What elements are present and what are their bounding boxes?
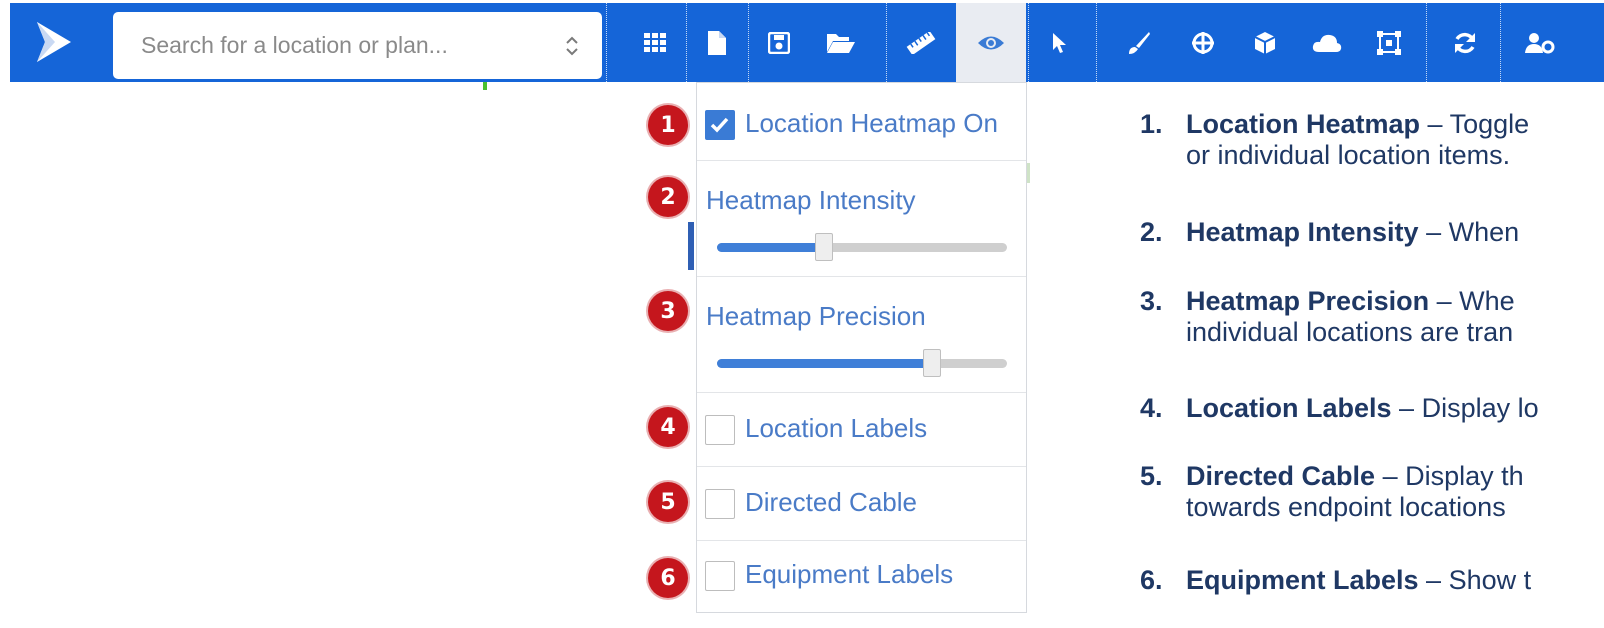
note-item-4: 4. Location Labels – Display lo — [1140, 393, 1539, 424]
eye-icon — [978, 36, 1004, 49]
note-text: – When — [1418, 217, 1520, 247]
note-item-2: 2. Heatmap Intensity – When — [1140, 217, 1519, 248]
view-options-dropdown: Location Heatmap On Heatmap Intensity He… — [696, 82, 1027, 613]
note-item-3: 3. Heatmap Precision – Whe individual loc… — [1140, 286, 1515, 348]
new-document-button[interactable] — [686, 3, 748, 82]
note-title: Directed Cable — [1186, 461, 1376, 491]
heatmap-intensity-row: Heatmap Intensity — [697, 161, 1026, 277]
heatmap-checkbox[interactable] — [705, 110, 735, 140]
pointer-icon — [1053, 32, 1066, 53]
select-spinner-icon[interactable] — [564, 32, 580, 60]
directed-cable-label: Directed Cable — [745, 487, 917, 517]
note-title: Heatmap Precision — [1186, 286, 1430, 316]
view-options-button[interactable] — [956, 3, 1026, 82]
grid-button[interactable] — [624, 3, 686, 82]
map-fragment — [688, 222, 694, 270]
note-text-continued: or individual location items. — [1186, 140, 1511, 170]
map-fragment — [1027, 163, 1030, 183]
note-number: 1. — [1140, 109, 1163, 139]
toolbar-divider — [606, 3, 607, 82]
app-logo[interactable] — [28, 17, 78, 67]
slider-fill — [717, 243, 825, 252]
toolbar-divider — [1028, 3, 1029, 82]
callout-badge-5: 5 — [648, 482, 688, 522]
heatmap-precision-slider[interactable] — [717, 349, 1007, 377]
document-icon — [708, 30, 726, 55]
note-number: 3. — [1140, 286, 1163, 316]
grid-icon — [644, 32, 666, 52]
directed-cable-row[interactable]: Directed Cable — [697, 467, 1026, 541]
directed-cable-checkbox[interactable] — [705, 489, 735, 519]
heatmap-intensity-label: Heatmap Intensity — [706, 185, 916, 215]
open-folder-button[interactable] — [810, 3, 872, 82]
heatmap-intensity-slider[interactable] — [717, 233, 1007, 261]
slider-thumb[interactable] — [815, 233, 834, 261]
note-text: – Whe — [1429, 286, 1515, 316]
note-title: Heatmap Intensity — [1186, 217, 1419, 247]
explanation-list: 1. Location Heatmap – Toggle or individua… — [1140, 0, 1604, 628]
note-title: Equipment Labels — [1186, 565, 1419, 595]
note-title: Location Heatmap — [1186, 109, 1421, 139]
callout-badge-2: 2 — [648, 177, 688, 217]
ruler-icon — [906, 31, 936, 54]
location-labels-row[interactable]: Location Labels — [697, 393, 1026, 467]
map-fragment — [483, 82, 487, 90]
slider-fill — [717, 359, 932, 368]
location-labels-checkbox[interactable] — [705, 415, 735, 445]
callout-badge-1: 1 — [648, 105, 688, 145]
checkmark-icon — [710, 117, 729, 133]
location-search-box[interactable] — [113, 12, 602, 79]
heatmap-toggle-label: Location Heatmap On — [745, 108, 998, 138]
slider-thumb[interactable] — [922, 349, 941, 377]
note-number: 6. — [1140, 565, 1163, 595]
equipment-labels-row[interactable]: Equipment Labels — [697, 541, 1026, 613]
save-icon — [768, 31, 790, 54]
toolbar-divider — [1096, 3, 1097, 82]
heatmap-precision-label: Heatmap Precision — [706, 301, 926, 331]
measure-button[interactable] — [890, 3, 952, 82]
note-text-continued: individual locations are tran — [1186, 317, 1514, 347]
note-number: 4. — [1140, 393, 1163, 423]
save-button[interactable] — [748, 3, 810, 82]
location-labels-label: Location Labels — [745, 413, 928, 443]
select-tool-button[interactable] — [1034, 3, 1084, 82]
equipment-labels-label: Equipment Labels — [745, 559, 954, 589]
note-text-continued: towards endpoint locations — [1186, 492, 1506, 522]
heatmap-precision-row: Heatmap Precision — [697, 277, 1026, 393]
heatmap-toggle-row[interactable]: Location Heatmap On — [697, 83, 1026, 161]
folder-open-icon — [827, 33, 855, 53]
toolbar-divider — [886, 3, 887, 82]
note-number: 5. — [1140, 461, 1163, 491]
callout-badge-4: 4 — [648, 407, 688, 447]
note-item-5: 5. Directed Cable – Display th towards en… — [1140, 461, 1524, 523]
equipment-labels-checkbox[interactable] — [705, 561, 735, 591]
callout-badge-6: 6 — [648, 558, 688, 598]
callout-badge-3: 3 — [648, 291, 688, 331]
note-title: Location Labels — [1186, 393, 1392, 423]
note-text: – Show t — [1418, 565, 1532, 595]
note-item-1: 1. Location Heatmap – Toggle or individua… — [1140, 109, 1529, 171]
search-input[interactable] — [139, 31, 564, 60]
note-number: 2. — [1140, 217, 1163, 247]
note-text: – Display lo — [1391, 393, 1539, 423]
note-text: – Display th — [1375, 461, 1524, 491]
note-text: – Toggle — [1420, 109, 1530, 139]
note-item-6: 6. Equipment Labels – Show t — [1140, 565, 1531, 596]
